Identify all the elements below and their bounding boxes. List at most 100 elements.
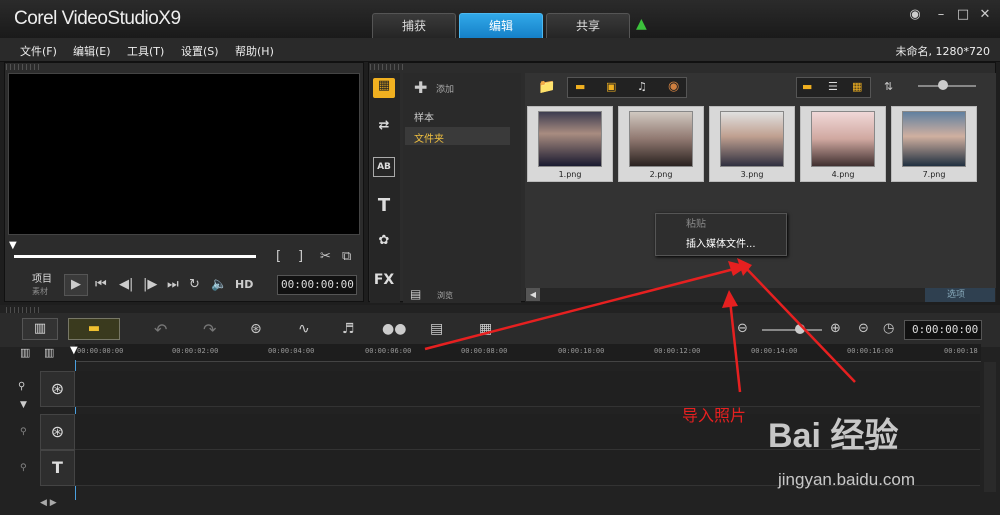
- chapter-icon[interactable]: ▥: [44, 346, 54, 359]
- thumb-size-handle[interactable]: [938, 80, 948, 90]
- add-button[interactable]: 添加: [436, 82, 454, 95]
- browse-button[interactable]: 浏览: [437, 290, 453, 301]
- title-track-t-icon: T: [40, 450, 75, 486]
- redo-icon[interactable]: ↷: [203, 320, 216, 339]
- motion-tracking-icon[interactable]: ●●: [382, 321, 406, 337]
- storyboard-view-icon[interactable]: ▥: [22, 318, 58, 340]
- tab-capture[interactable]: 捕获: [372, 13, 456, 38]
- next-frame-icon[interactable]: |▶: [143, 277, 157, 292]
- preview-timecode[interactable]: 00:00:00:00: [277, 275, 357, 295]
- track-manager-icon[interactable]: ▥: [20, 346, 30, 359]
- menu-help[interactable]: 帮助(H): [235, 43, 274, 59]
- audio-filter-icon[interactable]: ♫: [637, 80, 647, 93]
- view-grid-icon[interactable]: ▦: [852, 80, 862, 93]
- transition-icon[interactable]: ⇄: [373, 118, 395, 138]
- ruler-tick: 00:00:16:00: [847, 347, 894, 355]
- project-info: 未命名, 1280*720: [895, 45, 990, 58]
- video-filter-icon[interactable]: ▬: [575, 80, 585, 93]
- subtitle-editor-icon[interactable]: ▤: [430, 321, 443, 337]
- timeline-view-icon[interactable]: ▬: [68, 318, 120, 340]
- panel-grip[interactable]: [6, 64, 42, 70]
- auto-music-icon[interactable]: ♬: [342, 321, 355, 337]
- scrub-bar[interactable]: [14, 255, 256, 258]
- media-thumbnail[interactable]: 2.png: [618, 106, 704, 182]
- mark-in-icon[interactable]: [: [276, 249, 281, 264]
- menu-file[interactable]: 文件(F): [20, 43, 57, 59]
- nav-item-folder[interactable]: 文件夹: [414, 130, 444, 145]
- online-media-icon[interactable]: ◉: [668, 79, 679, 94]
- play-button[interactable]: ▶: [64, 274, 88, 296]
- sort-icon[interactable]: ⇅: [884, 80, 893, 93]
- ruler-tick: 00:00:12:00: [654, 347, 701, 355]
- media-thumbnail[interactable]: 1.png: [527, 106, 613, 182]
- repeat-icon[interactable]: ↻: [189, 277, 200, 292]
- media-thumbnail[interactable]: 3.png: [709, 106, 795, 182]
- context-item-insert-media[interactable]: 插入媒体文件...: [656, 235, 786, 255]
- add-icon[interactable]: ✚: [414, 78, 427, 97]
- menu-settings[interactable]: 设置(S): [181, 43, 219, 59]
- fx-icon[interactable]: FX: [373, 272, 395, 292]
- fit-project-icon[interactable]: ⊝: [858, 321, 869, 336]
- thumbnail-image: [720, 111, 784, 167]
- context-item-paste[interactable]: 粘贴: [656, 215, 786, 235]
- scrub-handle-icon[interactable]: ▼: [9, 240, 17, 251]
- tab-edit[interactable]: 编辑: [459, 13, 543, 38]
- maximize-button[interactable]: □: [954, 6, 972, 24]
- library-sidebar: [370, 73, 400, 303]
- text-title-icon[interactable]: T: [373, 195, 395, 216]
- ruler-tick: 00:00:02:00: [172, 347, 219, 355]
- zoom-out-icon[interactable]: ⊖: [737, 321, 748, 336]
- track-visibility-icon[interactable]: ⚲: [18, 381, 25, 392]
- browse-icon[interactable]: ▤: [410, 287, 421, 301]
- view-list-icon[interactable]: ☰: [828, 80, 838, 93]
- split-icon[interactable]: ✂: [320, 249, 331, 264]
- zoom-in-icon[interactable]: ⊕: [830, 321, 841, 336]
- sound-mixer-icon[interactable]: ∿: [298, 321, 310, 337]
- view-large-icon[interactable]: ▬: [802, 80, 812, 93]
- track-visibility-icon[interactable]: ⚲: [20, 463, 27, 473]
- mode-clip[interactable]: 素材: [32, 286, 48, 297]
- menu-tools[interactable]: 工具(T): [127, 43, 164, 59]
- overlay-track-reel-icon: ⊛: [40, 414, 75, 450]
- zoom-slider[interactable]: [762, 329, 822, 331]
- folder-icon[interactable]: 📁: [538, 79, 555, 95]
- close-button[interactable]: ✕: [976, 6, 994, 24]
- go-end-icon[interactable]: ⏭: [167, 277, 179, 292]
- copy-clip-icon[interactable]: ⧉: [342, 249, 351, 264]
- hd-toggle[interactable]: HD: [235, 278, 253, 291]
- menu-edit[interactable]: 编辑(E): [73, 43, 111, 59]
- scroll-left-icon[interactable]: ◀: [526, 288, 540, 301]
- tab-share[interactable]: 共享: [546, 13, 630, 38]
- track-visibility-icon[interactable]: ⚲: [20, 427, 27, 437]
- minimize-button[interactable]: –: [932, 6, 950, 24]
- mode-project[interactable]: 项目: [32, 270, 52, 285]
- playhead-icon[interactable]: ▼: [70, 345, 78, 356]
- record-capture-icon[interactable]: ⊛: [250, 321, 262, 337]
- nav-item-samples[interactable]: 样本: [414, 109, 434, 124]
- media-icon[interactable]: ▦: [373, 78, 395, 98]
- graphics-icon[interactable]: ✿: [373, 233, 395, 253]
- baidu-watermark: Bai 经验: [768, 417, 899, 455]
- volume-icon[interactable]: 🔈: [211, 277, 227, 292]
- multi-camera-icon[interactable]: ▦: [479, 321, 492, 337]
- panel-grip[interactable]: [370, 64, 406, 70]
- options-button[interactable]: 选项: [925, 288, 995, 302]
- globe-icon[interactable]: ◉: [906, 6, 924, 24]
- photo-filter-icon[interactable]: ▣: [606, 80, 616, 93]
- upload-arrow-icon[interactable]: ▲: [636, 16, 647, 32]
- undo-icon[interactable]: ↶: [154, 320, 167, 339]
- prev-frame-icon[interactable]: ◀|: [119, 277, 133, 292]
- go-start-icon[interactable]: ⏮: [95, 277, 107, 292]
- timeline-nav-arrows-icon[interactable]: ◀ ▶: [40, 498, 57, 508]
- mark-out-icon[interactable]: ]: [298, 249, 303, 264]
- library-nav: [403, 73, 521, 303]
- track-expand-icon[interactable]: ▼: [20, 400, 27, 410]
- video-track[interactable]: [40, 371, 980, 407]
- title-ab-icon[interactable]: AB: [373, 157, 395, 177]
- media-thumbnail[interactable]: 7.png: [891, 106, 977, 182]
- timeline-ruler[interactable]: 00:00:00:00 00:00:02:00 00:00:04:00 00:0…: [75, 344, 981, 362]
- timeline-timecode[interactable]: 0:00:00:00: [904, 320, 982, 340]
- timeline-vscroll[interactable]: [984, 362, 996, 492]
- zoom-slider-handle[interactable]: [795, 324, 805, 334]
- media-thumbnail[interactable]: 4.png: [800, 106, 886, 182]
